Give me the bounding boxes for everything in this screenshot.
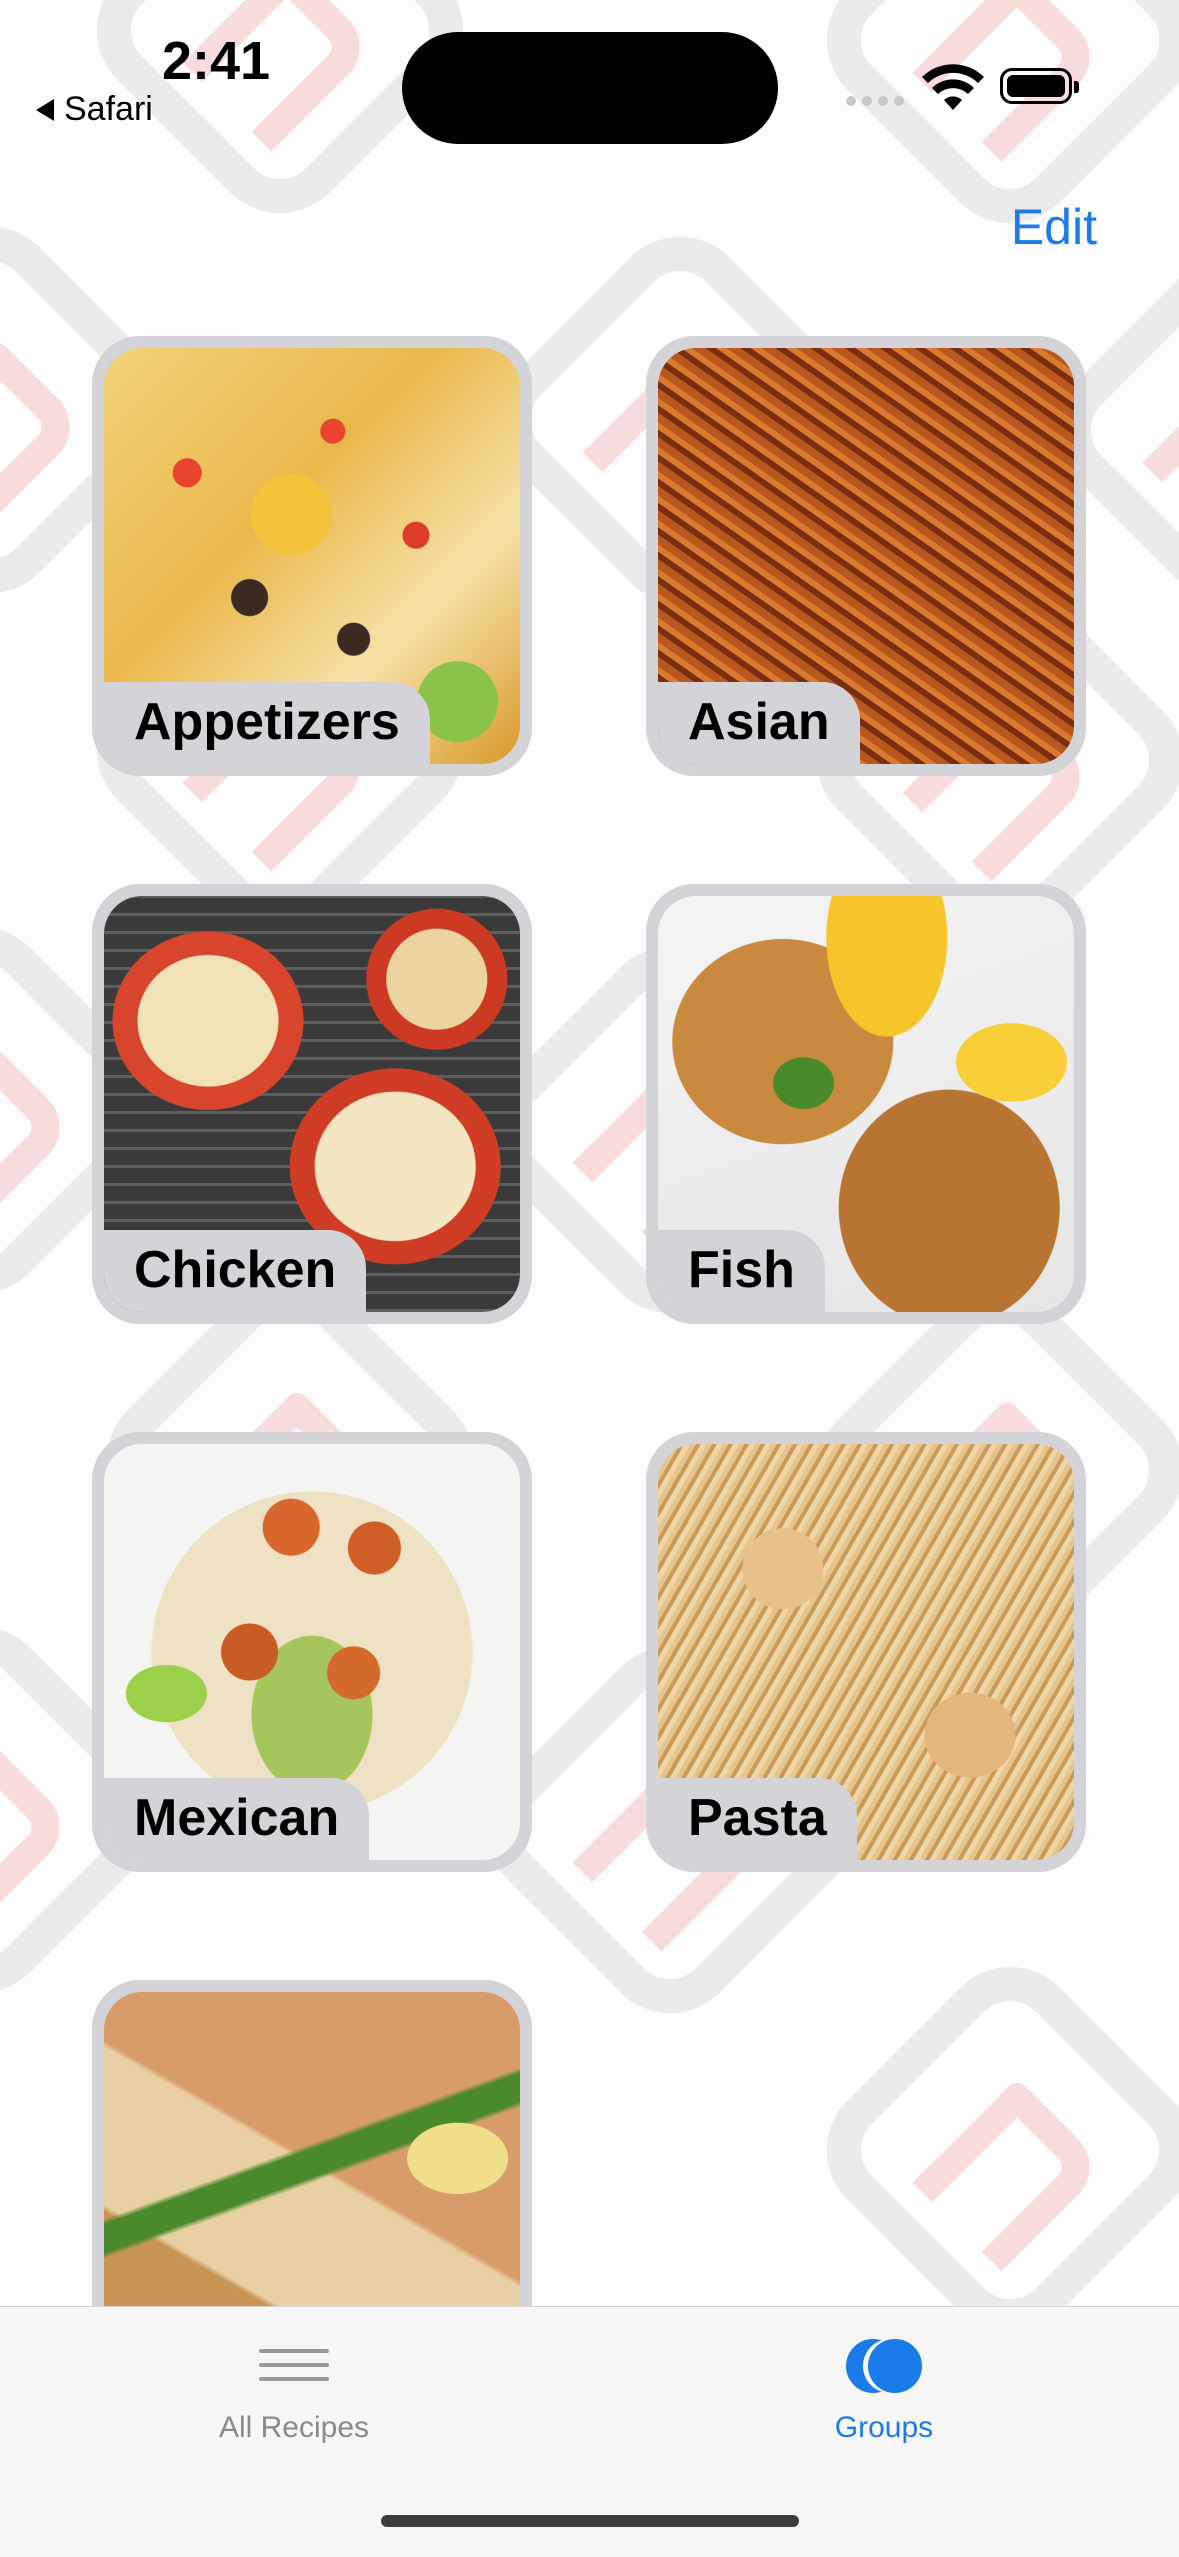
wifi-icon	[922, 64, 984, 110]
dynamic-island	[402, 32, 778, 144]
tab-groups[interactable]: Groups	[734, 2339, 1034, 2445]
cellular-signal-icon	[846, 96, 904, 106]
back-arrow-icon	[36, 98, 54, 121]
tab-all-recipes[interactable]: All Recipes	[144, 2339, 444, 2445]
group-card-pasta[interactable]: Pasta	[646, 1432, 1086, 1872]
edit-button[interactable]: Edit	[1011, 198, 1097, 256]
groups-icon	[846, 2339, 922, 2393]
group-label: Chicken	[104, 1230, 367, 1312]
group-card-chicken[interactable]: Chicken	[92, 884, 532, 1324]
group-label: Asian	[658, 682, 860, 764]
list-icon	[259, 2349, 329, 2393]
status-bar: 2:41 Safari	[0, 0, 1179, 170]
group-card-asian[interactable]: Asian	[646, 336, 1086, 776]
group-label: Mexican	[104, 1778, 370, 1860]
back-app-label: Safari	[64, 90, 153, 128]
status-time: 2:41	[162, 31, 271, 91]
back-to-safari-link[interactable]: Safari	[36, 90, 153, 129]
group-label: Fish	[658, 1230, 825, 1312]
tab-label: Groups	[834, 2411, 934, 2444]
group-card-mexican[interactable]: Mexican	[92, 1432, 532, 1872]
group-card-appetizers[interactable]: Appetizers	[92, 336, 532, 776]
battery-icon	[1000, 68, 1079, 104]
group-label: Pasta	[658, 1778, 857, 1860]
group-card-fish[interactable]: Fish	[646, 884, 1086, 1324]
home-indicator	[381, 2515, 799, 2527]
tab-label: All Recipes	[218, 2411, 370, 2444]
group-label: Appetizers	[104, 682, 430, 764]
